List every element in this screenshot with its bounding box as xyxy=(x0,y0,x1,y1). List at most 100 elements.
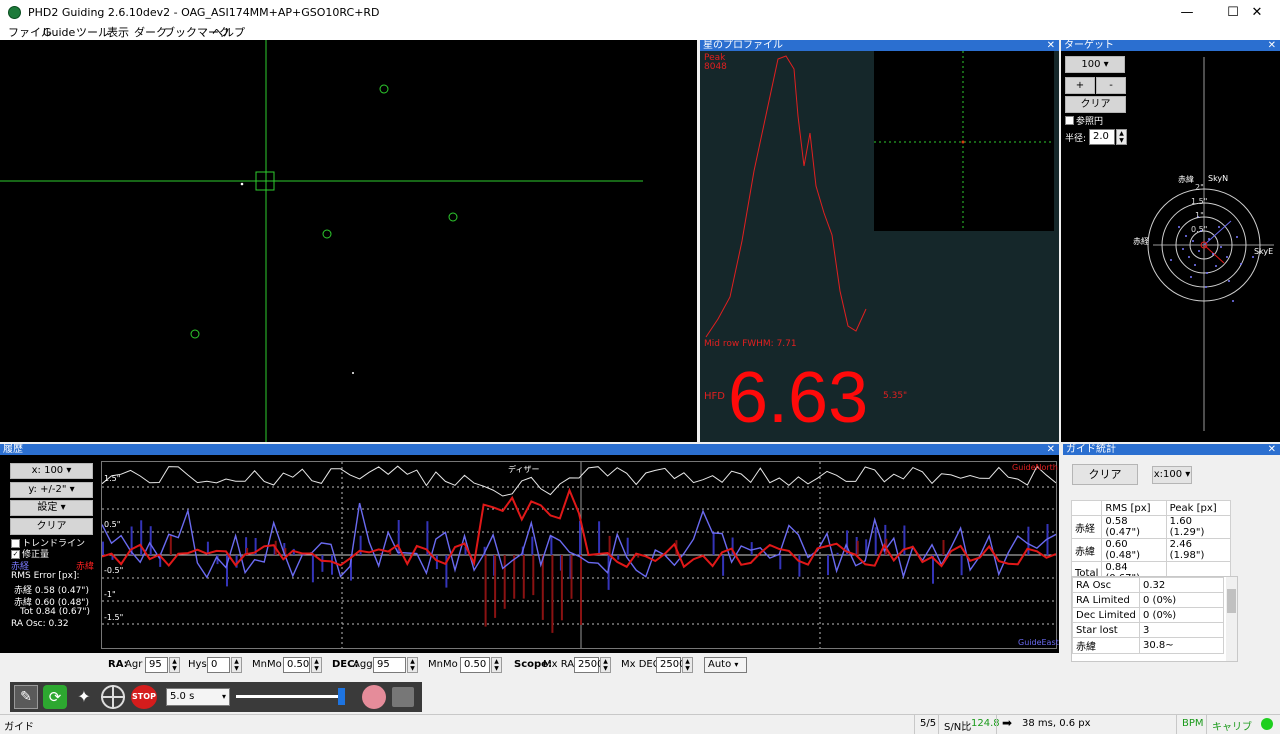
table-cell: RA Osc xyxy=(1073,578,1140,593)
fwhm-label: Mid row FWHM: 7.71 xyxy=(704,339,797,349)
ra-correction-bar xyxy=(436,555,438,569)
table-row: RA Osc0.32 xyxy=(1073,578,1224,593)
ra-correction-bar xyxy=(331,555,333,575)
ra-correction-bar xyxy=(579,521,581,555)
menu-view[interactable]: 表示 xyxy=(107,26,129,40)
stats-clear-button[interactable]: クリア xyxy=(1072,464,1138,485)
auto-select-star-icon[interactable]: ✦ xyxy=(72,685,96,709)
max-dec-input[interactable]: 2500 xyxy=(656,657,681,673)
correction-checkbox[interactable]: ✓ xyxy=(11,550,20,559)
history-clear-button[interactable]: クリア xyxy=(10,518,93,535)
exposure-select[interactable]: 5.0 s ▾ xyxy=(166,688,230,706)
max-ra-label: Mx RA xyxy=(543,659,574,670)
ra-correction-bar xyxy=(961,555,963,575)
ra-mnmo-stepper[interactable]: ▲▼ xyxy=(311,657,322,673)
hfd-label: HFD xyxy=(704,391,725,402)
menu-help[interactable]: ヘルプ xyxy=(212,26,245,40)
dec-agg-stepper[interactable]: ▲▼ xyxy=(407,657,418,673)
dec-correction-bar xyxy=(571,555,573,599)
stats-table: RMS [px] Peak [px] 赤経 0.58 (0.47") 1.60 … xyxy=(1071,500,1231,585)
ra-mnmo-input[interactable]: 0.50 xyxy=(283,657,310,673)
dec-mnmo-stepper[interactable]: ▲▼ xyxy=(491,657,502,673)
guide-north-label: GuideNorth xyxy=(1012,463,1058,472)
table-cell: 0.60 (0.48") xyxy=(1102,539,1166,562)
history-close-icon[interactable]: ✕ xyxy=(1047,444,1055,455)
ra-mnmo-label: MnMo xyxy=(252,659,282,670)
ra-hys-input[interactable]: 0 xyxy=(207,657,230,673)
gamma-slider-track[interactable] xyxy=(236,695,344,698)
close-button[interactable]: ✕ xyxy=(1234,0,1280,26)
ra-agr-stepper[interactable]: ▲▼ xyxy=(169,657,180,673)
stats-scrollbar[interactable] xyxy=(1226,577,1237,661)
dec-agg-input[interactable]: 95 xyxy=(373,657,406,673)
ra-correction-bar xyxy=(779,555,781,569)
history-y-scale-select[interactable]: y: +/-2" ▾ xyxy=(10,482,93,498)
connection-status-icon xyxy=(1261,718,1273,730)
wrench-tools-icon[interactable] xyxy=(392,687,414,707)
ra-correction-bar xyxy=(150,526,152,555)
minimize-button[interactable]: — xyxy=(1164,0,1210,26)
dec-correction-bar xyxy=(532,555,534,595)
target-close-icon[interactable]: ✕ xyxy=(1268,40,1276,51)
star-profile-title-bar: 星のプロファイル ✕ xyxy=(700,40,1059,51)
history-settings-select[interactable]: 設定 ▾ xyxy=(10,500,93,516)
stats-scrollbar-thumb[interactable] xyxy=(1227,589,1236,613)
dec-mnmo-input[interactable]: 0.50 xyxy=(460,657,490,673)
table-cell: 0.58 (0.47") xyxy=(1102,516,1166,539)
history-title: 履歴 xyxy=(3,444,23,455)
star-profile-close-icon[interactable]: ✕ xyxy=(1047,40,1055,51)
ra-correction-bar xyxy=(550,537,552,555)
history-x-scale-select[interactable]: x: 100 ▾ xyxy=(10,463,93,479)
title-bar: PHD2 Guiding 2.6.10dev2 - OAG_ASI174MM+A… xyxy=(0,0,1280,26)
table-cell: RA Limited xyxy=(1073,593,1140,608)
toolbar: ✎ ⟳ ✦ STOP 5.0 s ▾ xyxy=(0,680,1280,714)
target-skye-label: SkyE xyxy=(1254,247,1273,256)
table-cell: 0 (0%) xyxy=(1140,608,1224,623)
ra-correction-bar xyxy=(798,555,800,577)
ra-agr-input[interactable]: 95 xyxy=(145,657,168,673)
ra-correction-bar xyxy=(722,555,724,576)
loop-exposure-icon[interactable]: ⟳ xyxy=(43,685,67,709)
ra-correction-bar xyxy=(751,542,753,555)
stop-button[interactable]: STOP xyxy=(131,685,157,709)
guide-stats-panel: ガイド統計 ✕ クリア x:100 ▾ RMS [px] Peak [px] 赤… xyxy=(1063,444,1280,680)
history-x-scale-value: x: 100 xyxy=(32,465,64,476)
dec-guide-mode-select[interactable]: Auto ▾ xyxy=(704,657,747,673)
guide-stats-close-icon[interactable]: ✕ xyxy=(1268,444,1276,455)
target-panel: ターゲット ✕ 100 ▾ + - クリア 参照円 半径: 2.0 ▲▼ 赤緯 … xyxy=(1061,40,1280,442)
history-y-scale-value: y: +/-2" xyxy=(28,484,66,495)
gamma-slider-thumb[interactable] xyxy=(338,688,345,705)
menu-guide[interactable]: Guide xyxy=(43,26,75,40)
max-ra-input[interactable]: 2500 xyxy=(574,657,599,673)
guide-east-label: GuideEast xyxy=(1018,638,1059,647)
history-graph[interactable]: 1.5" 0.5" -0.5" -1" -1.5" GuideNorth Gui… xyxy=(101,461,1057,649)
brain-settings-icon[interactable] xyxy=(362,685,386,709)
ra-correction-bar xyxy=(312,555,314,582)
guide-target-icon[interactable] xyxy=(101,685,125,709)
table-row: RMS [px] Peak [px] xyxy=(1072,501,1231,516)
menu-dark[interactable]: ダーク xyxy=(134,26,167,40)
menu-tools[interactable]: ツール xyxy=(76,26,109,40)
hfd-value: 6.63 xyxy=(728,358,868,438)
table-cell: Dec Limited xyxy=(1073,608,1140,623)
max-ra-stepper[interactable]: ▲▼ xyxy=(600,657,611,673)
star-profile-title: 星のプロファイル xyxy=(703,40,783,51)
candidate-star-circle xyxy=(380,85,388,93)
pulse-info: 38 ms, 0.6 px xyxy=(1022,718,1091,729)
loop-pencil-icon[interactable]: ✎ xyxy=(14,685,38,709)
stats-info-list[interactable]: RA Osc0.32 RA Limited0 (0%) Dec Limited0… xyxy=(1071,576,1238,662)
max-dec-stepper[interactable]: ▲▼ xyxy=(682,657,693,673)
dec-correction-bar xyxy=(485,555,487,627)
ra-osc-value: RA Osc: 0.32 xyxy=(11,619,69,629)
candidate-star-circle xyxy=(323,230,331,238)
stats-scale-select[interactable]: x:100 ▾ xyxy=(1152,466,1192,484)
table-cell: 2.46 (1.98") xyxy=(1166,539,1230,562)
table-cell: 0 (0%) xyxy=(1140,593,1224,608)
bpm-indicator: BPM xyxy=(1182,718,1204,729)
app-icon xyxy=(8,6,21,19)
camera-view[interactable] xyxy=(0,40,697,442)
trendline-checkbox[interactable] xyxy=(11,539,20,548)
ra-hys-stepper[interactable]: ▲▼ xyxy=(231,657,242,673)
dec-correction-bar xyxy=(170,535,172,555)
dither-label: ディザー xyxy=(508,464,539,475)
